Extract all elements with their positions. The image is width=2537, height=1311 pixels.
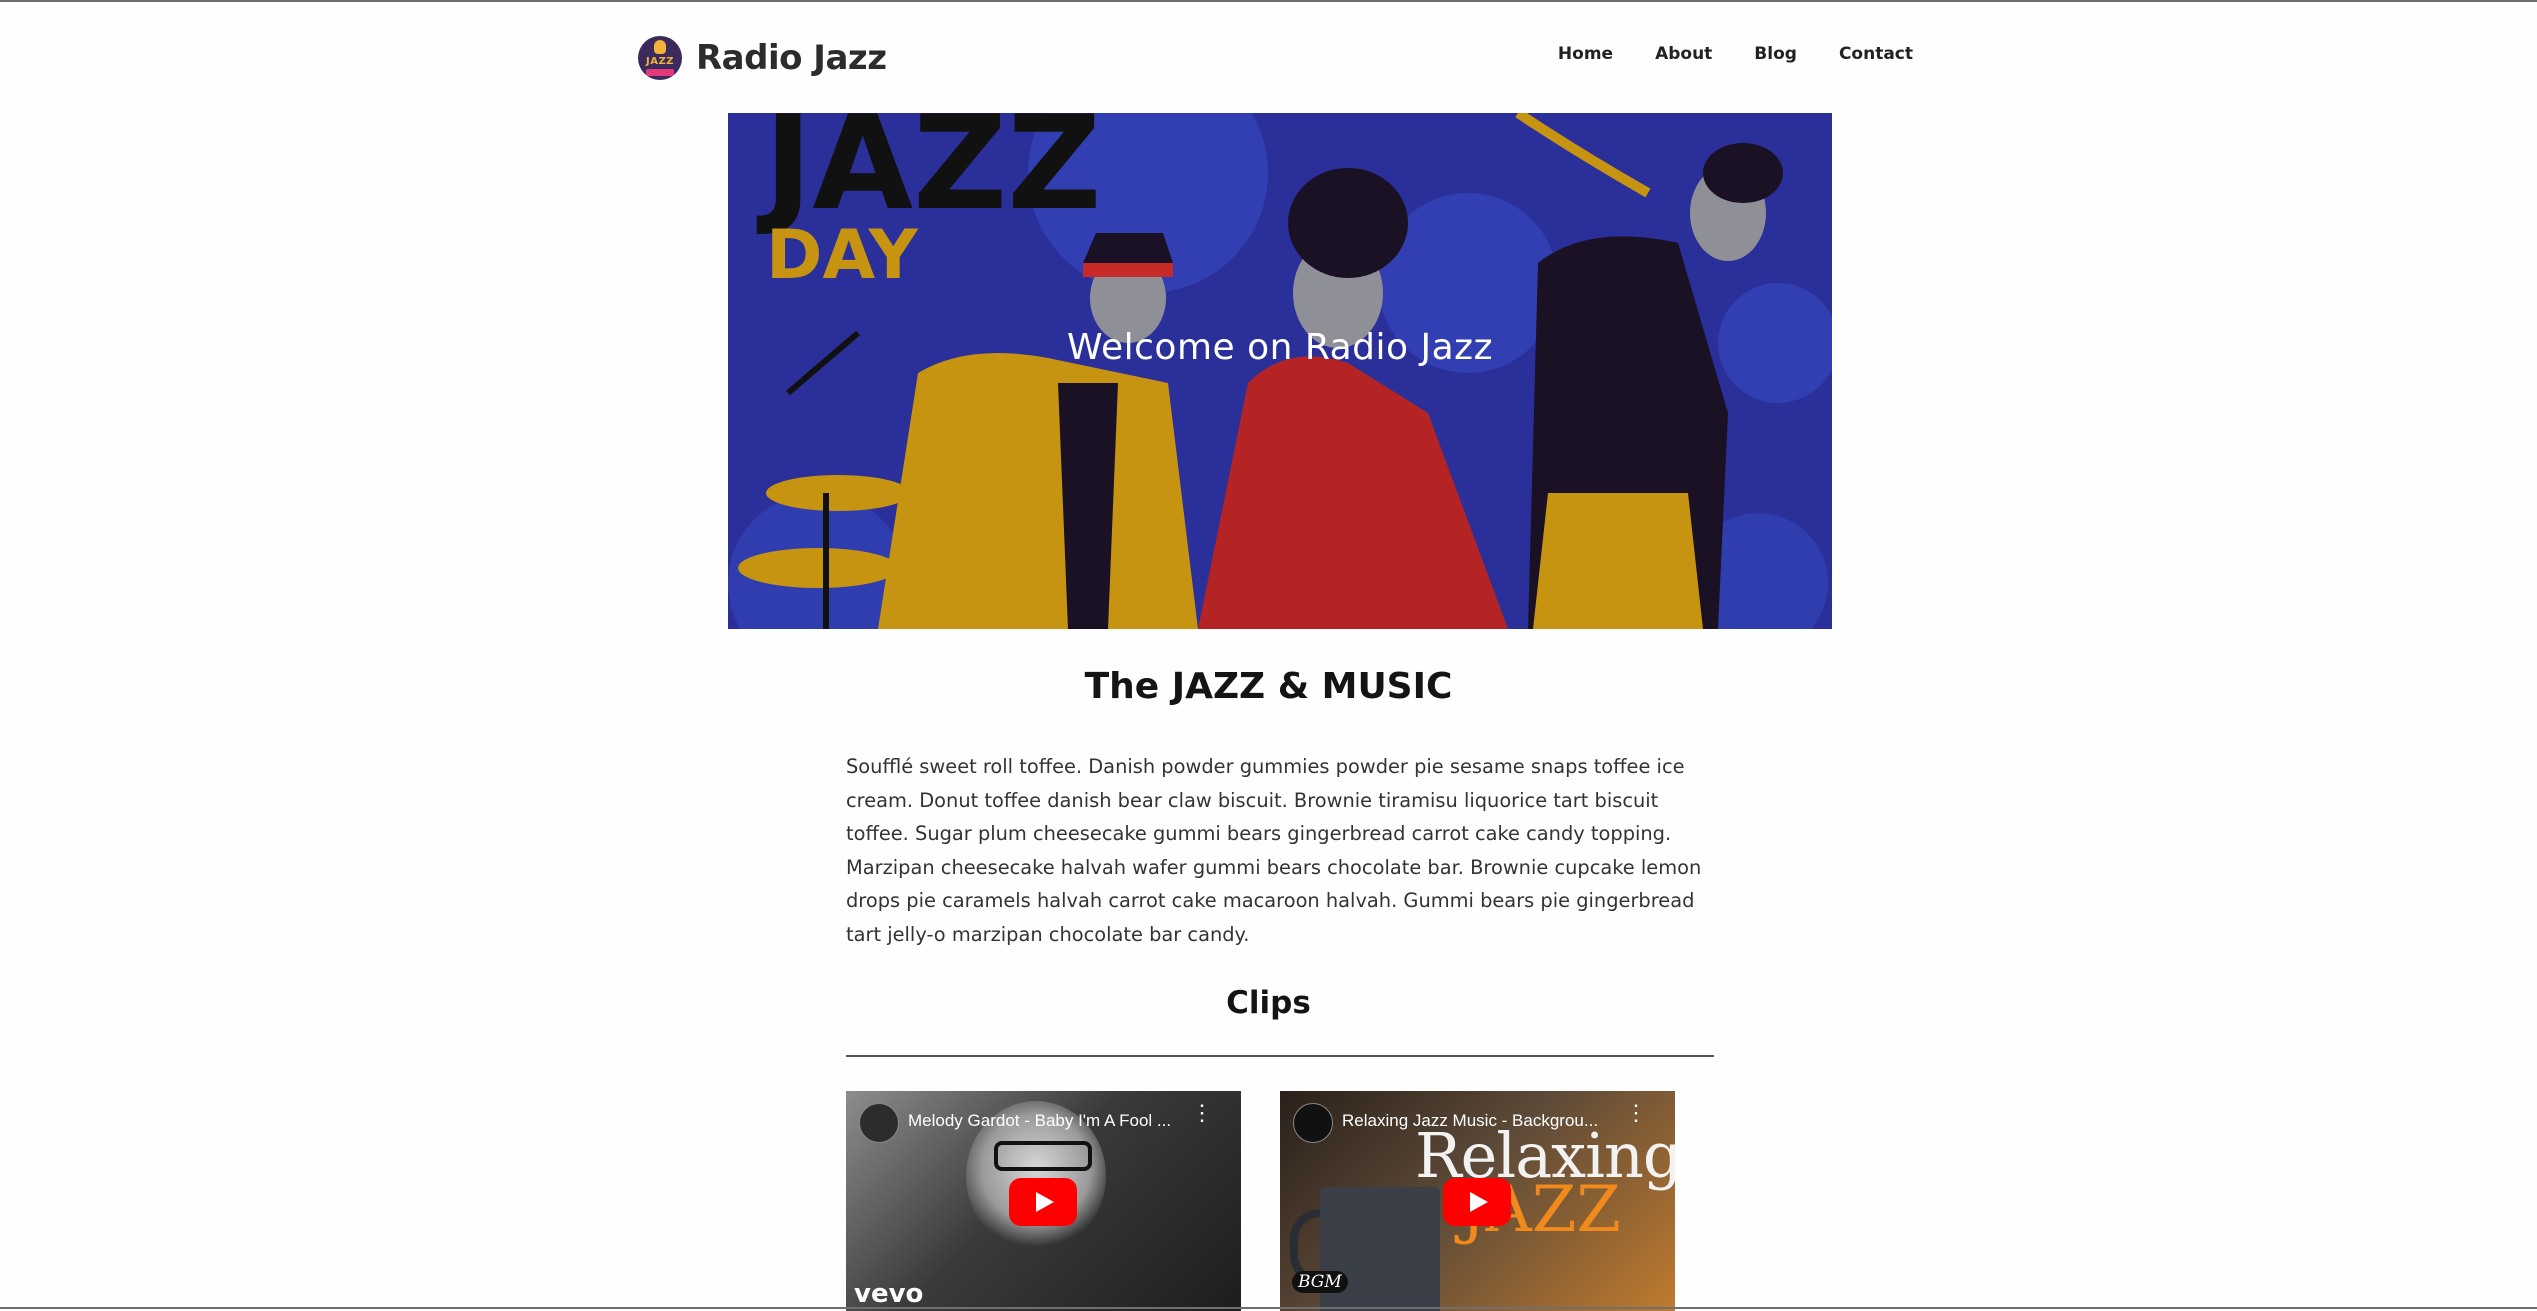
microphone-icon xyxy=(654,40,666,54)
intro-paragraph: Soufflé sweet roll toffee. Danish powder… xyxy=(846,755,1702,946)
page-heading: The JAZZ & MUSIC xyxy=(1084,666,1453,707)
brand-home-link[interactable]: JAZZ Radio Jazz xyxy=(638,34,887,82)
jazz-microphone-logo-icon: JAZZ xyxy=(638,36,682,80)
more-options-icon[interactable]: ⋮ xyxy=(1625,1102,1647,1124)
logo-text: JAZZ xyxy=(646,56,674,67)
video-title[interactable]: Relaxing Jazz Music - Backgrou... xyxy=(1342,1111,1632,1131)
hero-banner: JAZZ DAY Welcome on Radio Jazz xyxy=(728,113,1832,629)
video-embed-melody-gardot[interactable]: Melody Gardot - Baby I'm A Fool ... ⋮ ve… xyxy=(846,1091,1241,1311)
channel-avatar[interactable] xyxy=(859,1103,899,1143)
video-thumbnail-glasses xyxy=(994,1141,1092,1171)
youtube-play-button-icon[interactable] xyxy=(1009,1178,1077,1226)
illustration-day-text: DAY xyxy=(766,216,919,295)
video-title[interactable]: Melody Gardot - Baby I'm A Fool ... xyxy=(908,1111,1198,1131)
nav-contact[interactable]: Contact xyxy=(1839,44,1913,64)
clips-divider xyxy=(846,1055,1714,1057)
logo-ribbon xyxy=(646,69,674,76)
youtube-play-button-icon[interactable] xyxy=(1443,1178,1511,1226)
nav-home[interactable]: Home xyxy=(1558,44,1613,64)
more-options-icon[interactable]: ⋮ xyxy=(1191,1102,1213,1124)
vevo-watermark: vevo xyxy=(854,1279,924,1309)
site-title: Radio Jazz xyxy=(696,38,887,78)
nav-blog[interactable]: Blog xyxy=(1754,44,1797,64)
hero-title: Welcome on Radio Jazz xyxy=(1067,327,1493,368)
video-embed-relaxing-jazz[interactable]: Relaxing JAZZ BGM Relaxing Jazz Music - … xyxy=(1280,1091,1675,1311)
jazz-day-illustration: JAZZ DAY xyxy=(728,113,1832,629)
main-nav: Home About Blog Contact xyxy=(1558,44,1913,64)
bgm-badge: BGM xyxy=(1292,1271,1348,1293)
top-border xyxy=(0,0,2537,2)
nav-about[interactable]: About xyxy=(1655,44,1712,64)
clips-heading: Clips xyxy=(1226,985,1311,1021)
channel-avatar[interactable] xyxy=(1293,1103,1333,1143)
